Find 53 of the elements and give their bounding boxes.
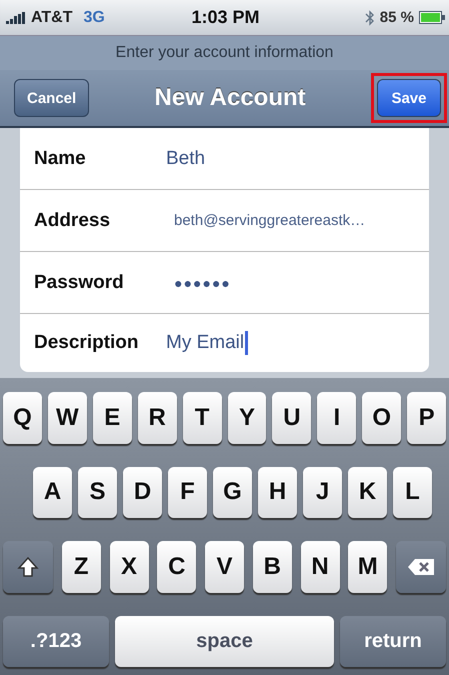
network-label: 3G: [83, 8, 105, 26]
backspace-icon: [407, 558, 435, 576]
input-field[interactable]: ●●●●●●: [174, 274, 231, 290]
key[interactable]: F: [168, 466, 207, 518]
input-field[interactable]: Beth: [166, 148, 206, 170]
numbers-key[interactable]: .?123: [3, 616, 109, 667]
delete-key[interactable]: [396, 541, 446, 592]
key[interactable]: E: [92, 392, 132, 444]
key[interactable]: X: [110, 541, 148, 592]
key[interactable]: A: [33, 466, 72, 518]
return-key[interactable]: return: [340, 616, 446, 667]
field-label: Description: [34, 332, 140, 354]
key[interactable]: Q: [3, 392, 42, 444]
prompt-text: Enter your account information: [116, 44, 334, 62]
space-key[interactable]: space: [115, 616, 334, 667]
key[interactable]: L: [393, 466, 432, 518]
key[interactable]: T: [182, 392, 222, 444]
key[interactable]: C: [157, 541, 196, 592]
field-label: Password: [34, 272, 125, 294]
input-field[interactable]: My Email: [166, 331, 248, 355]
key[interactable]: P: [407, 392, 446, 444]
signal-icon: [6, 12, 26, 24]
key[interactable]: M: [348, 541, 388, 592]
key[interactable]: O: [362, 392, 402, 444]
key[interactable]: J: [303, 466, 342, 518]
key[interactable]: B: [252, 541, 292, 592]
key[interactable]: Z: [62, 541, 101, 592]
key[interactable]: N: [300, 541, 340, 592]
battery-percent: 85 %: [380, 9, 414, 26]
text-cursor: [245, 331, 248, 355]
key[interactable]: K: [348, 466, 387, 518]
input-field[interactable]: beth@servinggreatereastk…: [174, 212, 366, 229]
save-button[interactable]: Save: [376, 79, 441, 117]
key[interactable]: R: [138, 392, 177, 444]
key[interactable]: I: [317, 392, 356, 444]
cancel-button[interactable]: Cancel: [14, 79, 90, 117]
key[interactable]: H: [258, 466, 297, 518]
key[interactable]: Y: [228, 392, 266, 444]
key[interactable]: D: [123, 466, 162, 518]
battery-icon: [419, 11, 445, 24]
key[interactable]: G: [213, 466, 252, 518]
shift-key[interactable]: [3, 541, 53, 592]
status-time: 1:03 PM: [191, 7, 260, 28]
key[interactable]: W: [48, 392, 87, 444]
nav-title: New Account: [154, 84, 306, 112]
key[interactable]: U: [272, 392, 312, 444]
field-label: Address: [34, 210, 112, 232]
shift-icon: [17, 556, 39, 578]
key[interactable]: V: [205, 541, 244, 592]
field-label: Name: [34, 148, 87, 170]
key[interactable]: S: [78, 466, 117, 518]
carrier-label: AT&T: [31, 8, 72, 26]
bluetooth-icon: [364, 10, 375, 26]
